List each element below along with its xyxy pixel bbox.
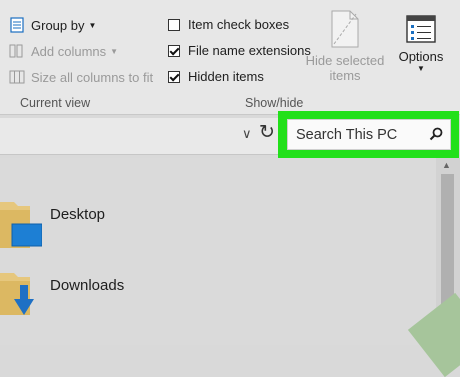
checkbox-checked — [168, 44, 180, 57]
checkbox-unchecked — [168, 18, 180, 31]
file-name-extensions-checkbox[interactable]: File name extensions — [168, 43, 311, 58]
scroll-up-icon[interactable]: ▲ — [442, 160, 451, 170]
search-icon[interactable] — [429, 127, 443, 141]
group-by-button[interactable]: Group by ▼ — [9, 17, 96, 33]
refresh-icon[interactable]: ↻ — [259, 121, 275, 144]
item-check-boxes-checkbox[interactable]: Item check boxes — [168, 17, 289, 32]
hide-selected-items-button[interactable]: Hide selected items — [305, 10, 385, 83]
size-all-columns-button[interactable]: Size all columns to fit — [9, 69, 153, 85]
nav-item-label: Desktop — [50, 206, 106, 223]
add-columns-button[interactable]: Add columns ▼ — [9, 43, 118, 59]
ribbon: Group by ▼ Add columns ▼ Size all column… — [0, 0, 460, 115]
size-all-columns-label: Size all columns to fit — [31, 69, 154, 85]
add-columns-label: Add columns — [31, 43, 107, 59]
address-history-chevron-icon[interactable]: ∨ — [242, 126, 252, 142]
chevron-down-icon: ▼ — [110, 46, 119, 56]
group-by-label: Group by — [31, 17, 85, 33]
address-bar[interactable] — [0, 118, 280, 155]
options-button[interactable]: Options ▼ — [396, 14, 446, 73]
options-icon — [406, 15, 436, 43]
checkbox-checked — [168, 70, 180, 83]
nav-item-downloads[interactable]: Downloads — [0, 271, 124, 319]
group-by-icon — [10, 17, 24, 33]
hide-selected-label-2: items — [329, 68, 361, 83]
search-input[interactable] — [296, 120, 416, 149]
desktop-folder-icon — [0, 202, 42, 248]
downloads-folder-icon — [0, 273, 34, 315]
file-name-extensions-label: File name extensions — [188, 43, 311, 58]
nav-item-desktop[interactable]: Desktop — [0, 200, 105, 250]
item-check-boxes-label: Item check boxes — [188, 17, 290, 32]
nav-item-label: Downloads — [50, 277, 125, 294]
size-columns-icon — [9, 70, 25, 84]
current-view-group-label: Current view — [20, 96, 91, 110]
hidden-items-checkbox[interactable]: Hidden items — [168, 69, 264, 84]
chevron-down-icon: ▼ — [88, 20, 97, 30]
search-box[interactable] — [287, 119, 451, 150]
hide-selected-icon — [331, 10, 359, 48]
chevron-down-icon: ▼ — [417, 64, 425, 73]
hidden-items-label: Hidden items — [188, 69, 264, 84]
hide-selected-label-1: Hide selected — [305, 53, 385, 68]
add-columns-icon — [9, 44, 23, 58]
options-label: Options — [398, 49, 444, 64]
show-hide-group-label: Show/hide — [245, 96, 304, 110]
